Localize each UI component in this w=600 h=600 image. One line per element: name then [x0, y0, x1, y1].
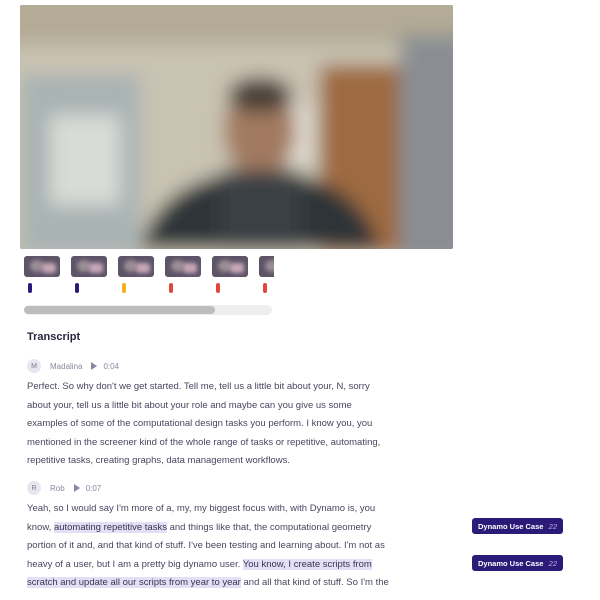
avatar: M	[27, 359, 41, 373]
transcript-line: heavy of a user, but I am a pretty big d…	[27, 556, 427, 575]
avatar: R	[27, 481, 41, 495]
play-icon[interactable]	[91, 362, 98, 370]
timestamp[interactable]: 0:04	[103, 362, 119, 371]
clip-thumbnail-detail	[183, 263, 197, 273]
clip-thumbnail-detail	[89, 263, 103, 273]
tag-count: 22	[548, 558, 557, 568]
clip-strip	[24, 256, 274, 298]
transcript-paragraph-1: Perfect. So why don't we get started. Te…	[27, 378, 427, 471]
speaker-row-madalina: M Madalina 0:04	[27, 358, 119, 374]
transcript-paragraph-2: Yeah, so I would say I'm more of a, my, …	[27, 500, 427, 593]
clip-tag-marker	[216, 283, 220, 293]
speaker-name: Madalina	[50, 361, 83, 371]
transcript-line: repetitive tasks, creating graphs, data …	[27, 455, 290, 466]
clip-tag-marker	[28, 283, 32, 293]
clip-thumbnail[interactable]	[165, 256, 203, 296]
transcript-line: Yeah, so I would say I'm more of a, my, …	[27, 503, 376, 514]
clip-thumbnail-image[interactable]	[212, 256, 248, 277]
clip-thumbnail[interactable]	[24, 256, 62, 296]
line-text: heavy of a user, but I am a pretty big d…	[27, 558, 243, 570]
clip-thumbnail-image[interactable]	[165, 256, 201, 277]
transcript-line: examples of some of the computational de…	[27, 418, 373, 429]
clip-tag-marker	[263, 283, 267, 293]
clip-thumbnail[interactable]	[259, 256, 274, 296]
transcript-title: Transcript	[27, 331, 81, 343]
video-player[interactable]	[20, 5, 453, 249]
timestamp[interactable]: 0:07	[86, 484, 102, 493]
clip-thumbnail-image[interactable]	[24, 256, 60, 277]
highlight-dynamo-use-case[interactable]: automating repetitive tasks	[53, 521, 167, 533]
speaker-row-rob: R Rob 0:07	[27, 480, 101, 496]
clip-thumbnail-detail	[42, 263, 56, 273]
clip-thumbnail[interactable]	[71, 256, 109, 296]
transcript-line: mentioned in the screener kind of the wh…	[27, 436, 381, 448]
highlight-dynamo-use-case[interactable]: scratch and update all our scripts from …	[27, 577, 241, 588]
line-text: know,	[27, 521, 54, 533]
clip-scrollbar[interactable]	[24, 305, 272, 315]
scrollbar-thumb[interactable]	[24, 306, 215, 314]
play-icon[interactable]	[73, 484, 80, 492]
clip-thumbnail[interactable]	[212, 256, 250, 296]
transcript-line: know, automating repetitive tasks and th…	[27, 519, 427, 538]
clip-thumbnail-image[interactable]	[71, 256, 107, 277]
speaker-name: Rob	[50, 483, 65, 493]
tag-dynamo-use-case[interactable]: Dynamo Use Case 22	[472, 518, 563, 534]
video-frame	[20, 5, 453, 249]
highlight-dynamo-use-case[interactable]: You know, I create scripts from	[242, 558, 372, 570]
clip-tag-marker	[169, 283, 173, 293]
tag-count: 22	[548, 521, 557, 531]
clip-thumbnail-detail	[136, 263, 150, 273]
tag-label: Dynamo Use Case	[478, 558, 544, 568]
clip-tag-marker	[122, 283, 126, 293]
line-text: and things like that, the computational …	[166, 521, 372, 533]
clip-thumbnail-detail	[230, 263, 244, 273]
transcript-line: about your, tell us a little bit about y…	[27, 399, 352, 411]
clip-thumbnail-face	[265, 260, 274, 272]
transcript-line: portion of it and, and that kind of stuf…	[27, 540, 385, 551]
clip-tag-marker	[75, 283, 79, 293]
clip-thumbnail-image[interactable]	[259, 256, 274, 277]
transcript-line: Perfect. So why don't we get started. Te…	[27, 381, 370, 392]
clip-thumbnail-image[interactable]	[118, 256, 154, 277]
tag-dynamo-use-case[interactable]: Dynamo Use Case 22	[472, 555, 563, 571]
line-text: and all that kind of stuff. So I'm the	[240, 577, 389, 588]
tag-label: Dynamo Use Case	[478, 521, 544, 531]
transcript-line: scratch and update all our scripts from …	[27, 574, 427, 593]
clip-thumbnail[interactable]	[118, 256, 156, 296]
